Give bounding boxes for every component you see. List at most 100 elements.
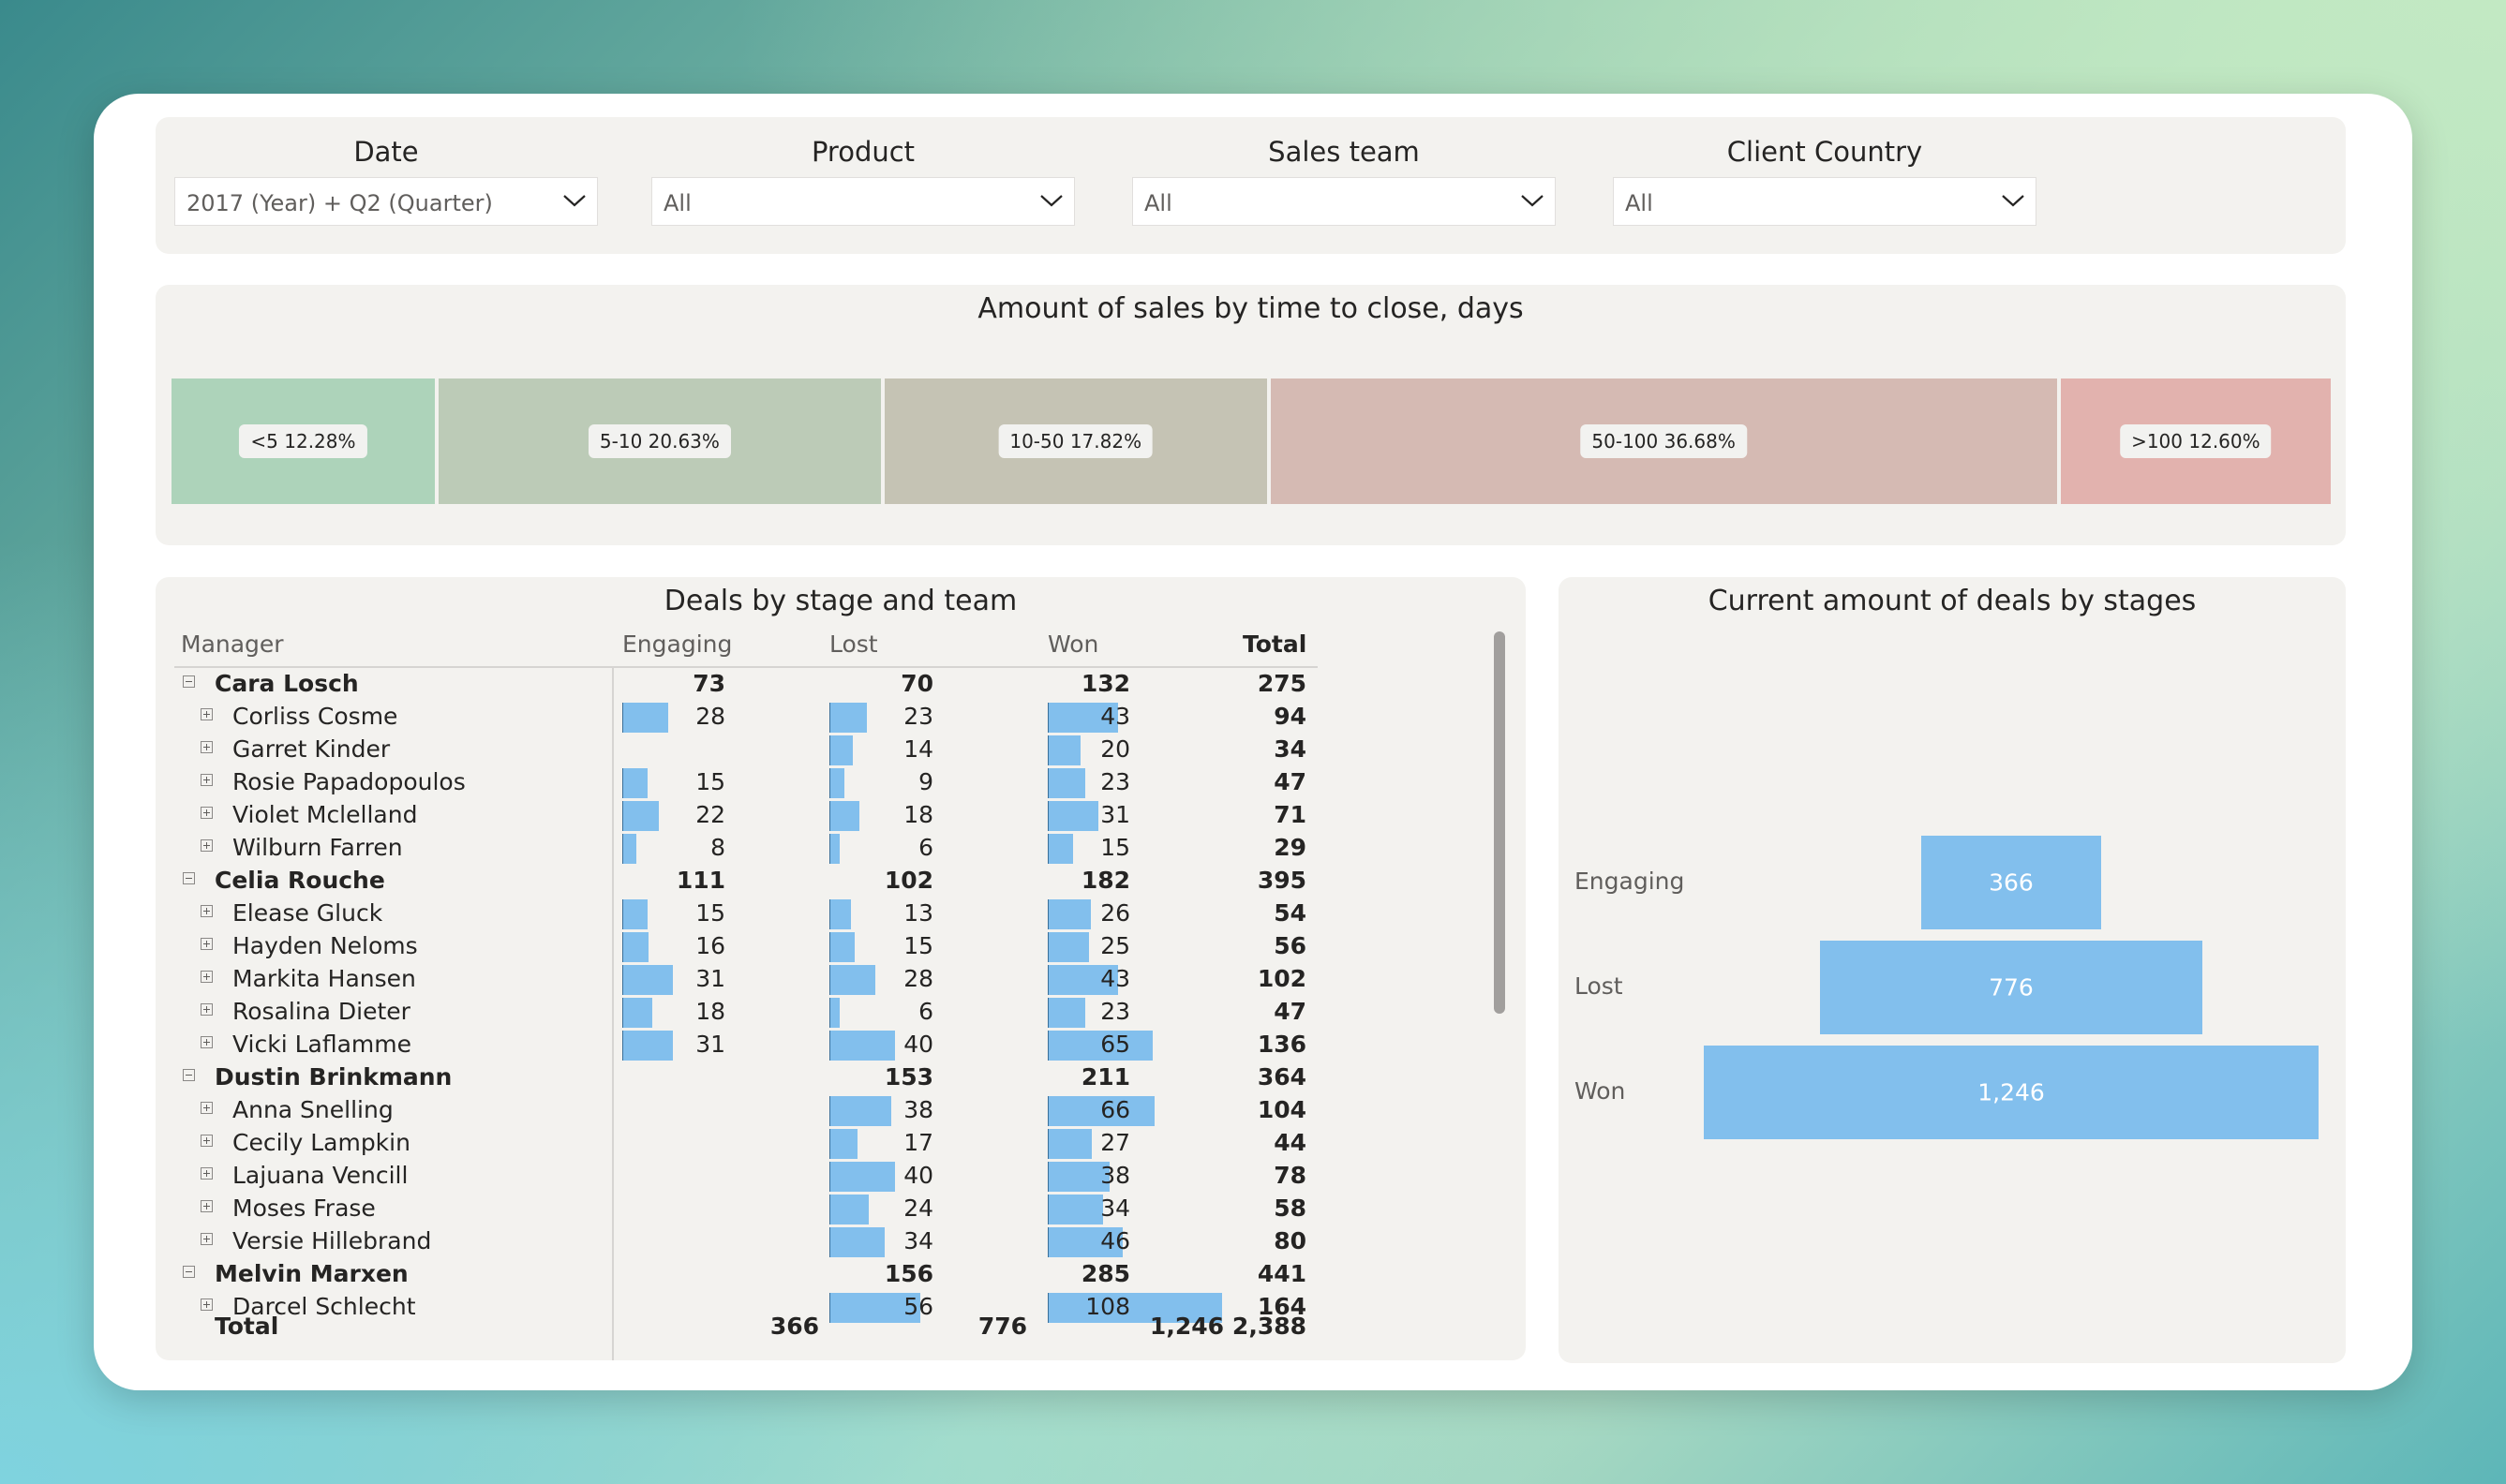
total-value: 71 [1274,801,1306,828]
expand-icon[interactable] [201,971,213,983]
manager-name: Elease Gluck [232,899,383,927]
engaging-value: 18 [695,998,725,1025]
table-group-row[interactable]: Celia Rouche 111 102 182 395 [156,865,1374,898]
funnel-bar-value: 366 [1989,868,2034,897]
engaging-value: 111 [676,867,725,894]
treemap-segment[interactable]: 50-100 36.68% [1270,378,2057,504]
table-row[interactable]: Markita Hansen 31 28 43 102 [156,963,1374,996]
col-header-manager[interactable]: Manager [181,631,284,658]
manager-name: Cecily Lampkin [232,1129,410,1156]
expand-icon[interactable] [201,1135,213,1147]
expand-icon[interactable] [201,1036,213,1048]
table-row[interactable]: Corliss Cosme 28 23 43 94 [156,701,1374,734]
col-header-won[interactable]: Won [1048,631,1098,658]
won-value: 285 [1081,1260,1130,1287]
date-dropdown[interactable]: 2017 (Year) + Q2 (Quarter) [174,177,598,226]
total-value: 102 [1257,965,1306,992]
won-value: 43 [1100,965,1130,992]
lost-value: 17 [903,1129,933,1156]
table-row[interactable]: Lajuana Vencill 40 38 78 [156,1160,1374,1193]
table-row[interactable]: Cecily Lampkin 17 27 44 [156,1127,1374,1160]
lost-value: 6 [918,998,933,1025]
table-row[interactable]: Hayden Neloms 16 15 25 56 [156,930,1374,963]
lost-value: 40 [903,1162,933,1189]
total-won: 1,246 [1149,1313,1224,1340]
chevron-down-icon [1040,195,1063,207]
total-value: 136 [1257,1031,1306,1058]
sales-team-dropdown[interactable]: All [1132,177,1556,226]
table-group-row[interactable]: Dustin Brinkmann 153 211 364 [156,1061,1374,1094]
deals-funnel-panel: Current amount of deals by stages Engagi… [1559,577,2346,1363]
expand-icon[interactable] [201,1298,213,1311]
table-row[interactable]: Moses Frase 24 34 58 [156,1193,1374,1225]
col-header-lost[interactable]: Lost [829,631,878,658]
treemap-segment[interactable]: 5-10 20.63% [438,378,881,504]
treemap-segment-label: >100 12.60% [2120,424,2272,458]
collapse-icon[interactable] [183,675,195,688]
treemap-segment[interactable]: <5 12.28% [172,378,435,504]
won-value: 43 [1100,703,1130,730]
table-body: Cara Losch 73 70 132 275 Corliss Cosme 28 23 43 9… [156,667,1486,1328]
table-row[interactable]: Garret Kinder 14 20 34 [156,734,1374,766]
expand-icon[interactable] [201,708,213,720]
table-row[interactable]: Anna Snelling 38 66 104 [156,1094,1374,1127]
table-row[interactable]: Wilburn Farren 8 6 15 29 [156,832,1374,865]
lost-value: 6 [918,834,933,861]
treemap-segment[interactable]: >100 12.60% [2060,378,2331,504]
collapse-icon[interactable] [183,1069,195,1081]
col-header-engaging[interactable]: Engaging [622,631,732,658]
table-row[interactable]: Violet Mclelland 22 18 31 71 [156,799,1374,832]
total-value: 80 [1274,1227,1306,1254]
client-country-dropdown[interactable]: All [1613,177,2036,226]
table-row[interactable]: Elease Gluck 15 13 26 54 [156,898,1374,930]
manager-name: Violet Mclelland [232,801,418,828]
funnel-bar[interactable]: 776 [1819,941,2203,1034]
table-row[interactable]: Rosalina Dieter 18 6 23 47 [156,996,1374,1029]
won-value: 27 [1100,1129,1130,1156]
table-row[interactable]: Versie Hillebrand 34 46 80 [156,1225,1374,1258]
engaging-value: 31 [695,1031,725,1058]
expand-icon[interactable] [201,1102,213,1114]
collapse-icon[interactable] [183,1266,195,1278]
expand-icon[interactable] [201,1003,213,1016]
expand-icon[interactable] [201,1200,213,1212]
expand-icon[interactable] [201,1233,213,1245]
table-row[interactable]: Vicki Laflamme 31 40 65 136 [156,1029,1374,1061]
col-header-total[interactable]: Total [1243,631,1306,658]
total-value: 29 [1274,834,1306,861]
product-dropdown[interactable]: All [651,177,1075,226]
total-value: 47 [1274,998,1306,1025]
total-value: 44 [1274,1129,1306,1156]
expand-icon[interactable] [201,807,213,819]
product-slicer-title: Product [811,136,916,168]
table-row[interactable]: Rosie Papadopoulos 15 9 23 47 [156,766,1374,799]
expand-icon[interactable] [201,741,213,753]
table-group-row[interactable]: Cara Losch 73 70 132 275 [156,668,1374,701]
expand-icon[interactable] [201,839,213,852]
total-value: 47 [1274,768,1306,795]
manager-name: Versie Hillebrand [232,1227,432,1254]
collapse-icon[interactable] [183,872,195,884]
manager-name: Garret Kinder [232,735,391,763]
scrollbar-thumb[interactable] [1494,631,1505,1014]
table-group-row[interactable]: Melvin Marxen 156 285 441 [156,1258,1374,1291]
treemap-area: <5 12.28% 5-10 20.63% 10-50 17.82% 50-100 3… [172,285,2331,545]
manager-name: Dustin Brinkmann [215,1063,453,1091]
funnel-bar[interactable]: 1,246 [1704,1046,2319,1139]
manager-name: Cara Losch [215,670,359,697]
won-value: 20 [1100,735,1130,763]
sales-team-dropdown-value: All [1144,190,1172,216]
funnel-bar[interactable]: 366 [1920,836,2102,929]
treemap-segment[interactable]: 10-50 17.82% [884,378,1267,504]
expand-icon[interactable] [201,905,213,917]
manager-name: Anna Snelling [232,1096,394,1123]
expand-icon[interactable] [201,938,213,950]
treemap-segment-label: 5-10 20.63% [588,424,731,458]
won-value: 23 [1100,768,1130,795]
expand-icon[interactable] [201,1167,213,1180]
time-to-close-treemap: Amount of sales by time to close, days <… [156,285,2346,545]
expand-icon[interactable] [201,774,213,786]
manager-name: Moses Frase [232,1195,376,1222]
chevron-down-icon [1521,195,1544,207]
manager-name: Celia Rouche [215,867,385,894]
